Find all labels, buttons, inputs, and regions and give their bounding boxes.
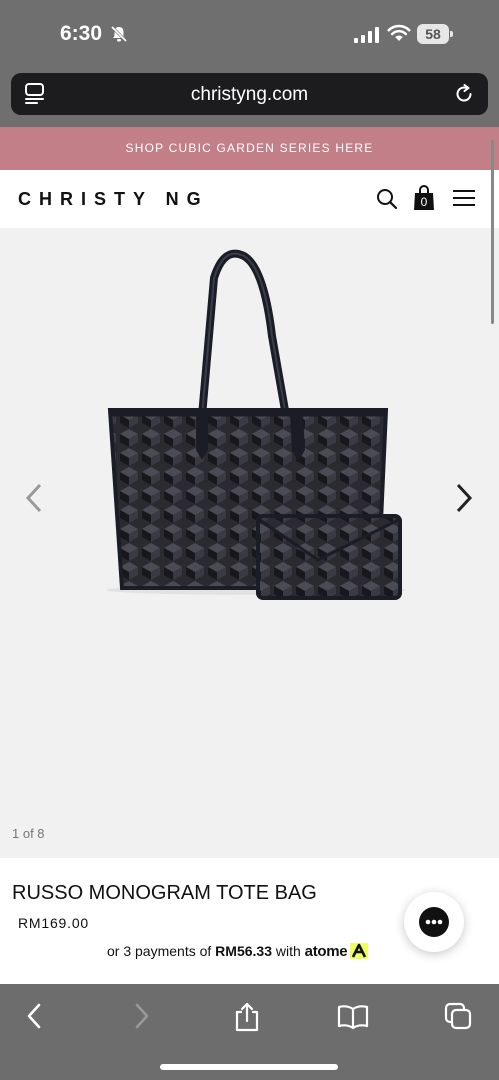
back-icon[interactable] [24,1002,44,1030]
bell-off-icon [110,25,128,43]
hamburger-menu-icon[interactable] [452,189,476,207]
atome-logo-icon [350,943,369,959]
previous-image-arrow-icon[interactable] [22,482,46,514]
chat-button[interactable] [404,892,464,952]
home-indicator [160,1064,338,1070]
tabs-icon[interactable] [444,1002,472,1030]
cart-count: 0 [420,195,428,209]
product-gallery[interactable]: 1 of 8 [0,228,499,858]
installment-info[interactable]: or 3 payments of RM56.33 with atome [107,943,369,960]
installment-with: with [271,943,305,959]
cart-icon[interactable]: 0 [413,185,435,211]
forward-icon[interactable] [132,1002,152,1030]
gallery-counter: 1 of 8 [12,826,45,841]
promo-banner[interactable]: SHOP CUBIC GARDEN SERIES HERE [0,127,499,170]
scroll-indicator [491,140,494,324]
atome-wordmark: atome [304,943,348,960]
product-title: RUSSO MONOGRAM TOTE BAG [12,882,317,904]
installment-prefix: or 3 payments of [107,943,216,959]
chat-icon [419,907,449,937]
search-icon[interactable] [376,188,398,210]
browser-top-bar: christyng.com [0,70,499,127]
product-image[interactable] [96,238,416,608]
address-bar[interactable]: christyng.com [11,73,488,115]
next-image-arrow-icon[interactable] [452,482,476,514]
reload-icon[interactable] [454,84,474,104]
signal-icon [354,27,379,43]
brand-logo[interactable]: CHRISTY NG [18,189,209,210]
url-text[interactable]: christyng.com [11,84,488,106]
bookmarks-icon[interactable] [337,1004,369,1030]
installment-amount: RM56.33 [215,943,272,959]
wifi-icon [387,24,411,41]
status-bar: 6:30 58 [0,0,499,70]
product-price: RM169.00 [18,915,89,931]
status-time: 6:30 [60,22,103,45]
battery-level: 58 [417,24,449,44]
product-info: RUSSO MONOGRAM TOTE BAG RM169.00 or 3 pa… [0,858,499,984]
share-icon[interactable] [233,1002,261,1032]
battery-icon: 58 [417,24,453,44]
